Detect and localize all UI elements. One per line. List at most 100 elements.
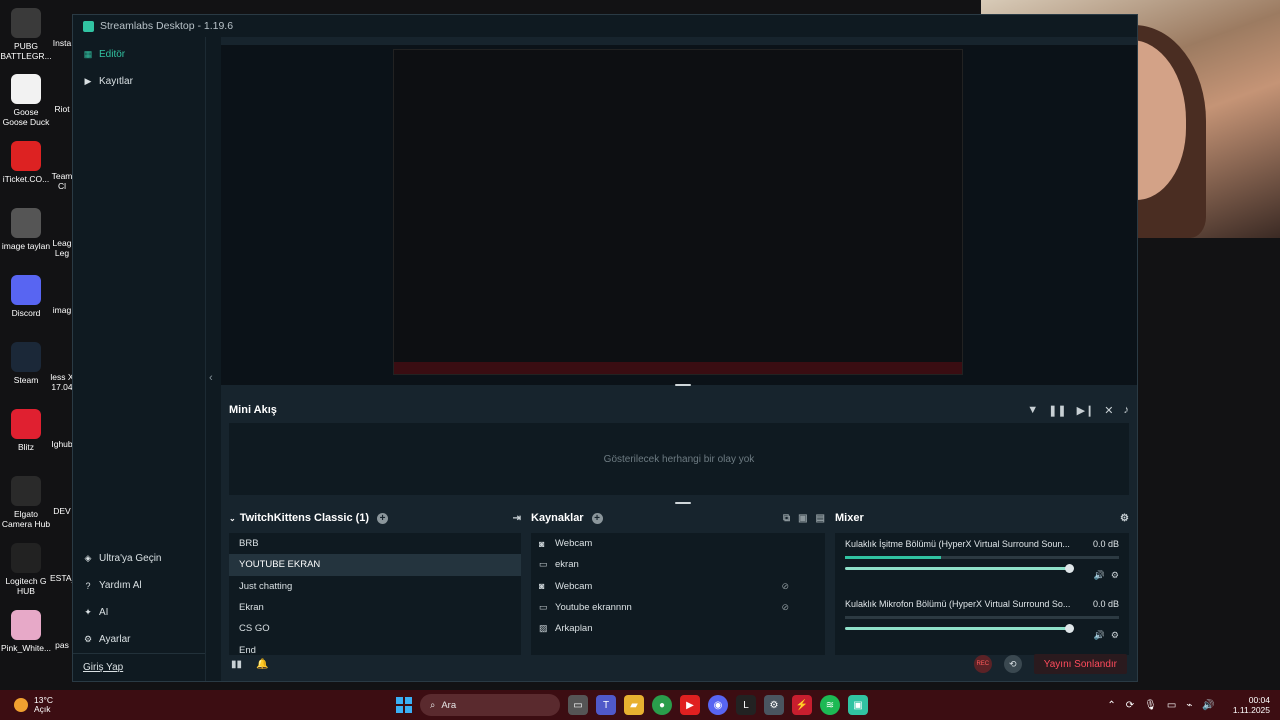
mic-icon[interactable]: 🎙 xyxy=(1144,700,1157,711)
desktop-icon[interactable]: PUBG BATTLEGR... xyxy=(0,8,52,61)
desktop-icon-label[interactable]: Riot xyxy=(50,104,74,114)
file-explorer-icon[interactable]: ▰ xyxy=(624,695,644,715)
pause-icon[interactable]: ❚❚ xyxy=(1048,404,1066,417)
task-view-icon[interactable]: ▭ xyxy=(568,695,588,715)
weather-widget[interactable]: 13°C Açık xyxy=(0,696,200,714)
desktop-icon[interactable]: Pink_White... xyxy=(0,610,52,653)
clock[interactable]: 00:04 1.11.2025 xyxy=(1233,695,1270,715)
desktop-icon-label[interactable]: imag xyxy=(50,305,74,315)
scene-item[interactable]: Just chatting xyxy=(229,576,521,597)
eye-slash-icon[interactable]: ⊘ xyxy=(781,602,789,613)
desktop-icon-label[interactable]: less X 17.04 xyxy=(50,372,74,392)
start-button[interactable] xyxy=(396,697,412,713)
source-item[interactable]: ▨ Arkaplan xyxy=(531,618,825,639)
speaker-icon[interactable]: 🔊 xyxy=(1094,570,1105,581)
speaker-icon[interactable]: 🔊 xyxy=(1094,630,1105,641)
source-label: ekran xyxy=(555,559,579,571)
gear-icon[interactable]: ⚙ xyxy=(1120,513,1129,524)
sidebar-item-recordings[interactable]: ▶ Kayıtlar xyxy=(73,68,205,95)
add-folder-icon[interactable]: ▤ xyxy=(816,513,825,524)
desktop-icon-label[interactable]: DEV xyxy=(50,506,74,516)
desktop-icon[interactable]: Discord xyxy=(0,275,52,318)
record-button[interactable]: REC xyxy=(973,655,992,673)
scene-item[interactable]: YOUTUBE EKRAN xyxy=(229,554,521,576)
group-icon[interactable]: ⧉ xyxy=(783,513,790,524)
slider-knob[interactable] xyxy=(1065,624,1074,633)
taskbar-search[interactable]: ⌕ Ara xyxy=(420,694,560,716)
chevron-up-icon[interactable]: ⌃ xyxy=(1107,700,1115,711)
stream-preview[interactable] xyxy=(221,45,1137,385)
window-title: Streamlabs Desktop - 1.19.6 xyxy=(100,20,234,32)
teams-icon[interactable]: T xyxy=(596,695,616,715)
skip-icon[interactable]: ▶❙ xyxy=(1077,404,1095,417)
transition-icon[interactable]: ⇥ xyxy=(513,513,521,524)
desktop-icon[interactable]: Blitz xyxy=(0,409,52,452)
blitz-icon[interactable]: ⚡ xyxy=(792,695,812,715)
desktop-icon-label[interactable]: Ighub xyxy=(50,439,74,449)
display-icon[interactable]: ▭ xyxy=(1167,700,1176,711)
speaker-icon[interactable]: 🔊 xyxy=(1202,700,1214,711)
league-icon[interactable]: L xyxy=(736,695,756,715)
volume-slider[interactable] xyxy=(845,624,1074,633)
gear-icon[interactable]: ⚙ xyxy=(1111,630,1119,641)
replay-buffer-button[interactable]: ⟲ xyxy=(1003,655,1022,673)
source-item[interactable]: ▭ ekran xyxy=(531,554,825,575)
volume-meter xyxy=(845,616,1119,619)
network-icon[interactable]: ⌁ xyxy=(1186,700,1192,711)
source-label: Webcam xyxy=(555,580,593,592)
mixer-channel: Kulaklık İşitme Bölümü (HyperX Virtual S… xyxy=(845,539,1119,599)
desktop-icon[interactable]: Goose Goose Duck xyxy=(0,74,52,127)
desktop-icon[interactable]: Logitech G HUB xyxy=(0,543,52,596)
chrome-icon[interactable]: ● xyxy=(652,695,672,715)
desktop-icon[interactable]: Elgato Camera Hub xyxy=(0,476,52,529)
source-item[interactable]: ◙ Webcam ⊘ xyxy=(531,576,825,597)
desktop-icon-label[interactable]: Leag Leg xyxy=(50,238,74,258)
gear-icon[interactable]: ⚙ xyxy=(1111,570,1119,581)
scene-item[interactable]: Ekran xyxy=(229,597,521,618)
sidebar-item-help[interactable]: ? Yardım Al xyxy=(73,572,205,599)
streamlabs-icon[interactable]: ▣ xyxy=(848,695,868,715)
desktop-icon-label[interactable]: Insta xyxy=(50,38,74,48)
source-item[interactable]: ▭ Youtube ekrannnn ⊘ xyxy=(531,597,825,618)
volume-slider[interactable] xyxy=(845,564,1074,573)
sidebar-collapse[interactable]: ‹ xyxy=(205,37,221,681)
login-link[interactable]: Giriş Yap xyxy=(73,653,205,681)
youtube-icon[interactable]: ▶ xyxy=(680,695,700,715)
desktop-icon-label[interactable]: pas xyxy=(50,640,74,650)
discord-icon[interactable]: ◉ xyxy=(708,695,728,715)
bell-icon[interactable]: 🔔 xyxy=(256,659,268,670)
settings-icon[interactable]: ⚙ xyxy=(764,695,784,715)
source-item[interactable]: ◙ Webcam xyxy=(531,533,825,554)
recordings-icon: ▶ xyxy=(84,76,92,86)
eye-slash-icon[interactable]: ⊘ xyxy=(781,581,789,592)
window-titlebar[interactable]: Streamlabs Desktop - 1.19.6 xyxy=(73,15,1137,37)
mute-alerts-icon[interactable]: ✕ xyxy=(1104,404,1113,417)
resize-handle[interactable] xyxy=(675,384,691,386)
sync-icon[interactable]: ⟳ xyxy=(1126,700,1134,711)
desktop-icon[interactable]: iTicket.CO... xyxy=(0,141,52,184)
filter-icon[interactable]: ▼ xyxy=(1027,404,1038,417)
sidebar-item-settings[interactable]: ⚙ Ayarlar xyxy=(73,626,205,653)
stats-icon[interactable]: ▮▮ xyxy=(231,659,242,670)
sidebar-item-editor[interactable]: ▦ Editör xyxy=(73,41,205,68)
folder-icon[interactable]: ▣ xyxy=(798,513,807,524)
add-source-button[interactable]: + xyxy=(591,512,603,524)
resize-handle[interactable] xyxy=(675,502,691,504)
chevron-down-icon[interactable]: ⌄ xyxy=(229,514,236,523)
desktop-icon[interactable]: image taylan xyxy=(0,208,52,251)
scene-item[interactable]: CS GO xyxy=(229,618,521,639)
sidebar-item-ultra[interactable]: ◈ Ultra'ya Geçin xyxy=(73,545,205,572)
end-stream-button[interactable]: Yayını Sonlandır xyxy=(1033,654,1127,674)
desktop-icon-label: Steam xyxy=(13,375,39,385)
sidebar-item-ai[interactable]: ✦ AI xyxy=(73,599,205,626)
spotify-icon[interactable]: ≋ xyxy=(820,695,840,715)
scene-item[interactable]: BRB xyxy=(229,533,521,554)
desktop-icon[interactable]: Steam xyxy=(0,342,52,385)
add-scene-button[interactable]: + xyxy=(377,512,389,524)
scene-list: BRB YOUTUBE EKRAN Just chatting Ekran CS GO E… xyxy=(229,533,521,656)
volume-icon[interactable]: ♪ xyxy=(1124,404,1130,417)
slider-knob[interactable] xyxy=(1065,564,1074,573)
scene-collection-title[interactable]: TwitchKittens Classic (1) xyxy=(240,512,369,524)
desktop-icon-label[interactable]: ESTA_ xyxy=(50,573,74,583)
desktop-icon-label[interactable]: Team Cl xyxy=(50,171,74,191)
